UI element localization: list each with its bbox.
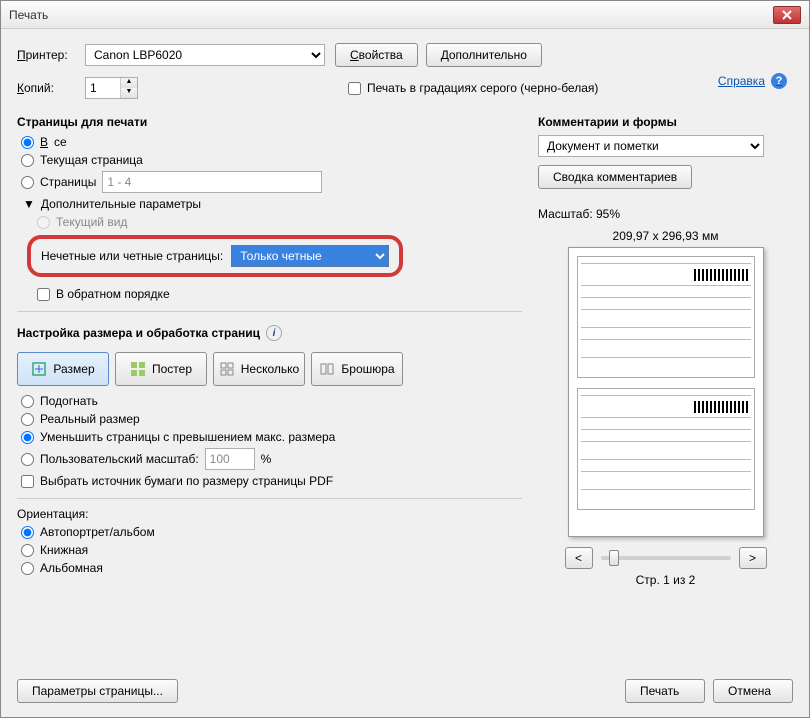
cancel-button[interactable]: Отмена [713,679,793,703]
odd-even-select[interactable]: Только четные [231,245,389,267]
grayscale-checkbox[interactable]: Печать в градациях серого (черно-белая) [348,81,598,95]
advanced-button[interactable]: Дополнительно [426,43,542,67]
page-counter: Стр. 1 из 2 [538,573,793,587]
reverse-checkbox[interactable] [37,288,50,301]
orient-landscape-radio[interactable] [21,562,34,575]
print-preview [568,247,764,537]
grayscale-label: Печать в градациях серого (черно-белая) [367,81,598,95]
odd-even-highlight: Нечетные или четные страницы: Только чет… [27,235,403,277]
copies-label: Копий: [17,81,77,95]
help-link-text: Справка [718,74,765,88]
preview-slider[interactable] [601,556,731,560]
size-icon [31,361,47,377]
help-icon: ? [771,73,787,89]
odd-even-label: Нечетные или четные страницы: [41,249,223,263]
barcode-icon [694,269,750,281]
copies-input[interactable] [86,79,120,97]
print-button[interactable]: Печать [625,679,705,703]
booklet-button[interactable]: Брошюра [311,352,403,386]
preview-next-button[interactable]: > [739,547,767,569]
comments-select[interactable]: Документ и пометки [538,135,764,157]
printer-label: Принтер: [17,48,77,62]
preview-dimensions: 209,97 x 296,93 мм [538,229,793,243]
pages-range-label: Страницы [40,175,96,189]
source-by-pdf-checkbox[interactable] [21,475,34,488]
titlebar: Печать [1,1,809,29]
page-setup-button[interactable]: Параметры страницы... [17,679,178,703]
window-title: Печать [9,8,773,22]
pages-section-title: Страницы для печати [17,115,522,129]
multiple-icon [219,361,235,377]
barcode-icon [694,401,750,413]
pages-range-input[interactable] [102,171,322,193]
scale-label: Масштаб: 95% [538,207,793,221]
close-button[interactable] [773,6,801,24]
print-dialog: Печать Справка ? Принтер: Canon LBP6020 … [0,0,810,718]
copies-up[interactable]: ▲ [121,78,137,88]
fit-radio[interactable] [21,395,34,408]
printer-select[interactable]: Canon LBP6020 [85,44,325,66]
pages-all-radio[interactable] [21,136,34,149]
chevron-down-icon: ▼ [23,197,35,211]
booklet-icon [319,361,335,377]
preview-page-1 [577,256,755,378]
current-view-radio [37,216,50,229]
poster-icon [130,361,146,377]
poster-button[interactable]: Постер [115,352,207,386]
properties-button[interactable]: Свойства [335,43,418,67]
multiple-button[interactable]: Несколько [213,352,305,386]
orient-auto-radio[interactable] [21,526,34,539]
copies-down[interactable]: ▼ [121,88,137,98]
help-link[interactable]: Справка ? [718,73,787,89]
copies-spinner[interactable]: ▲ ▼ [85,77,138,99]
pages-current-radio[interactable] [21,154,34,167]
orientation-title: Ориентация: [17,507,522,521]
more-params-toggle[interactable]: ▼ Дополнительные параметры [23,197,522,211]
size-button[interactable]: Размер [17,352,109,386]
comments-title: Комментарии и формы [538,115,793,129]
close-icon [782,10,792,20]
preview-page-2 [577,388,755,510]
comments-summary-button[interactable]: Сводка комментариев [538,165,692,189]
actual-radio[interactable] [21,413,34,426]
custom-scale-input[interactable] [205,448,255,470]
slider-thumb[interactable] [609,550,619,566]
sizing-title: Настройка размера и обработка страниц [17,326,260,340]
pages-range-radio[interactable] [21,176,34,189]
preview-prev-button[interactable]: < [565,547,593,569]
info-icon[interactable]: i [266,325,282,341]
custom-scale-radio[interactable] [21,453,34,466]
orient-portrait-radio[interactable] [21,544,34,557]
shrink-radio[interactable] [21,431,34,444]
